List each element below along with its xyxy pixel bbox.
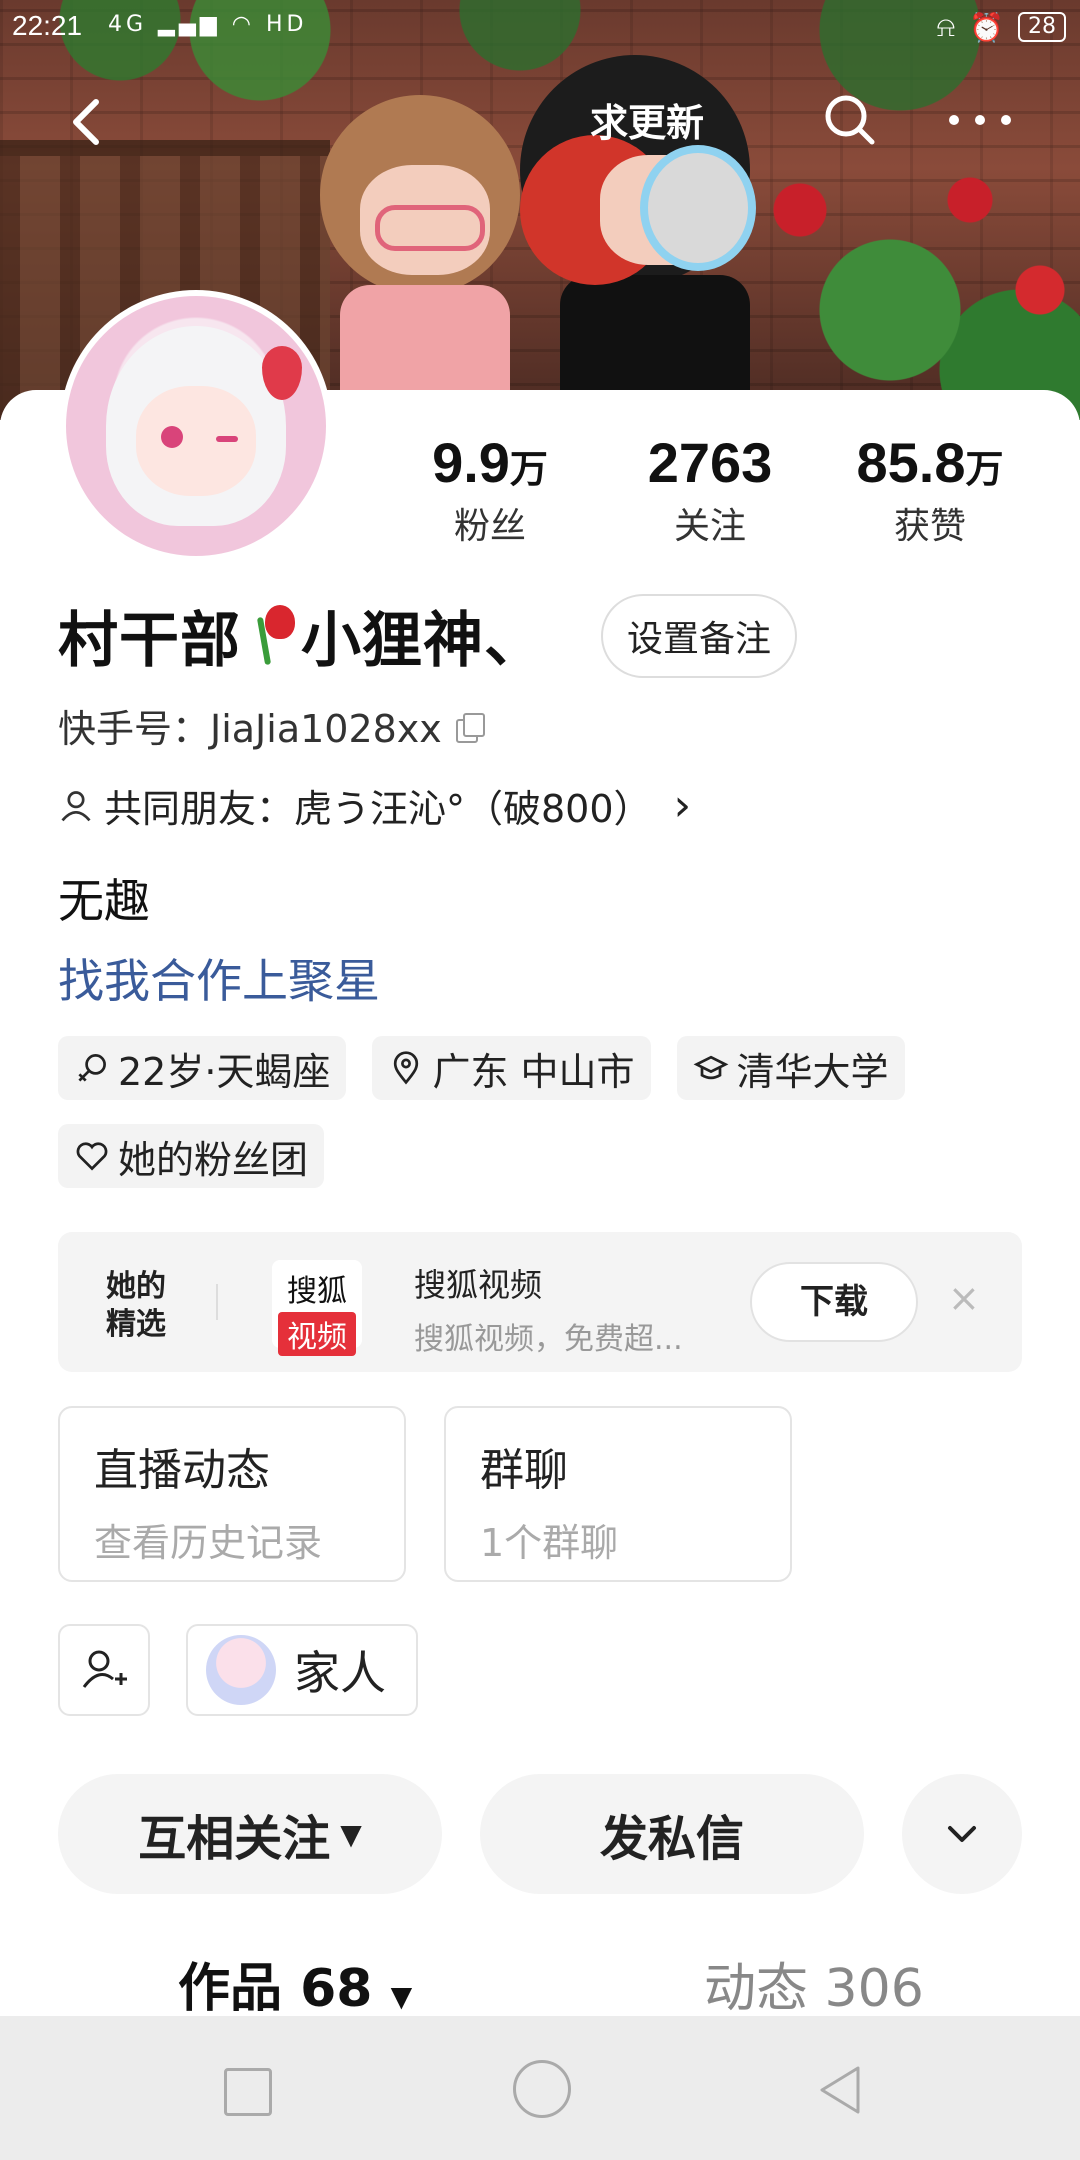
system-navigation-bar (0, 2016, 1080, 2160)
tab-works-label: 作品 68 (178, 1959, 373, 2019)
profile-stats: 9.9万 粉丝 2763 关注 85.8万 获赞 (380, 430, 1040, 549)
add-friend-button[interactable] (58, 1624, 150, 1716)
back-triangle-icon[interactable] (810, 2060, 870, 2120)
tag-fan-club[interactable]: 她的粉丝团 (58, 1124, 325, 1188)
status-time: 22:21 (12, 10, 83, 41)
tag-age-sign-label: 22岁·天蝎座 (118, 1049, 331, 1094)
live-history-subtitle: 查看历史记录 (94, 1521, 323, 1565)
heart-outline-icon (76, 1142, 108, 1171)
stat-likes-label: 获赞 (893, 506, 966, 547)
kuaishou-id: 快手号：JiaJia1028xx (58, 707, 442, 751)
mutual-friends-text: 共同朋友：虎う汪沁°（破800） (104, 787, 652, 831)
kuaishou-id-row: 快手号：JiaJia1028xx (58, 698, 485, 753)
graduation-cap-icon (693, 1055, 728, 1080)
back-button[interactable] (58, 90, 122, 154)
tag-fan-club-label: 她的粉丝团 (118, 1137, 309, 1182)
promo-section-label: 她的精选 (106, 1269, 166, 1342)
chevron-right-icon: › (673, 780, 692, 831)
alarm-icon: ⏰ (969, 10, 1004, 44)
copy-icon[interactable] (454, 711, 485, 743)
mutual-follow-label: 互相关注 (138, 1811, 331, 1867)
wifi-label: HD (265, 12, 308, 37)
action-buttons: 互相关注 ▼ 发私信 (58, 1774, 1022, 1894)
vibrate-icon: ⍾ (936, 10, 956, 43)
more-icon (949, 115, 1011, 125)
tag-age-sign[interactable]: 22岁·天蝎座 (58, 1036, 347, 1100)
network-type: 4G (108, 12, 148, 37)
download-button[interactable]: 下载 (750, 1262, 918, 1342)
relation-row: 家人 (58, 1624, 418, 1716)
status-bar: 22:21 4G ▂▄▆ ◠ HD ⍾ ⏰ 28 (0, 0, 1080, 56)
tab-works[interactable]: 作品 68 ▼ (178, 1946, 412, 2021)
add-person-icon (82, 1650, 127, 1688)
chevron-down-icon (948, 1826, 976, 1842)
set-remark-button[interactable]: 设置备注 (601, 593, 798, 678)
tag-location[interactable]: 广东 中山市 (372, 1036, 651, 1100)
avatar[interactable] (60, 290, 332, 562)
mutual-friends-row[interactable]: 共同朋友：虎う汪沁°（破800） › (58, 778, 691, 833)
gender-female-icon (78, 1054, 106, 1082)
person-icon (61, 790, 91, 821)
stat-likes-value: 85.8 (856, 431, 966, 494)
group-chat-subtitle: 1个群聊 (480, 1521, 619, 1565)
profile-name-part2: 小狸神、 (301, 606, 545, 676)
promo-title: 搜狐视频 (414, 1266, 543, 1304)
search-button[interactable] (820, 90, 880, 150)
banner-roses (740, 140, 1080, 420)
battery-icon: 28 (1018, 12, 1066, 42)
stat-following-label: 关注 (673, 506, 746, 547)
stat-following[interactable]: 2763 关注 (600, 430, 820, 549)
stat-likes[interactable]: 85.8万 获赞 (820, 430, 1040, 549)
sohu-logo-top: 搜狐 (287, 1274, 347, 1309)
sohu-logo-bottom: 视频 (278, 1312, 356, 1356)
group-chat-title: 群聊 (480, 1445, 568, 1496)
name-row: 村干部 小狸神、 设置备注 (58, 592, 798, 679)
live-history-card[interactable]: 直播动态 查看历史记录 (58, 1406, 406, 1582)
stat-fans-value: 9.9 (432, 431, 510, 494)
live-history-title: 直播动态 (94, 1445, 270, 1496)
stat-fans-unit: 万 (509, 447, 548, 491)
rose-emoji-icon (241, 603, 301, 667)
signal-icon: 4G ▂▄▆ ◠ HD (108, 12, 308, 37)
group-chat-card[interactable]: 群聊 1个群聊 (444, 1406, 792, 1582)
stat-likes-unit: 万 (965, 447, 1004, 491)
profile-name: 村干部 小狸神、 (58, 592, 545, 679)
bio-text: 无趣 (58, 874, 150, 928)
caret-down-icon: ▼ (340, 1817, 362, 1851)
more-button[interactable] (940, 90, 1020, 150)
feature-cards: 直播动态 查看历史记录 群聊 1个群聊 (58, 1406, 792, 1582)
tag-location-label: 广东 中山市 (432, 1049, 635, 1094)
home-button[interactable] (513, 2060, 571, 2118)
promo-desc: 搜狐视频，免费超... (414, 1322, 683, 1357)
recent-apps-button[interactable] (224, 2068, 272, 2116)
content-tabs: 作品 68 ▼ 动态 306 (0, 1936, 1080, 2019)
tag-school-label: 清华大学 (736, 1049, 889, 1094)
promo-divider (216, 1284, 218, 1320)
stat-fans-label: 粉丝 (453, 506, 526, 547)
family-avatar (206, 1635, 276, 1705)
featured-promo[interactable]: 她的精选 搜狐 视频 搜狐视频 搜狐视频，免费超... 下载 × (58, 1232, 1022, 1372)
caret-down-icon: ▼ (390, 1980, 413, 2013)
cooperation-link[interactable]: 找我合作上聚星 (58, 945, 380, 1011)
stat-following-value: 2763 (647, 431, 773, 494)
location-pin-icon (394, 1051, 419, 1085)
search-icon (825, 95, 875, 145)
expand-more-button[interactable] (902, 1774, 1022, 1894)
stat-fans[interactable]: 9.9万 粉丝 (380, 430, 600, 549)
request-update-button[interactable]: 求更新 (590, 92, 704, 147)
close-icon[interactable]: × (948, 1276, 980, 1320)
mutual-follow-button[interactable]: 互相关注 ▼ (58, 1774, 442, 1894)
top-nav: 求更新 (0, 70, 1080, 170)
family-label: 家人 (294, 1646, 386, 1700)
send-message-button[interactable]: 发私信 (480, 1774, 864, 1894)
sohu-video-logo: 搜狐 视频 (272, 1260, 362, 1356)
profile-tags: 22岁·天蝎座 广东 中山市 清华大学 她的粉丝团 (58, 1036, 1038, 1188)
back-arrow-icon (73, 99, 99, 145)
tag-school[interactable]: 清华大学 (676, 1036, 905, 1100)
profile-name-part1: 村干部 (58, 606, 241, 676)
family-button[interactable]: 家人 (186, 1624, 418, 1716)
tab-moments[interactable]: 动态 306 (704, 1946, 924, 2021)
